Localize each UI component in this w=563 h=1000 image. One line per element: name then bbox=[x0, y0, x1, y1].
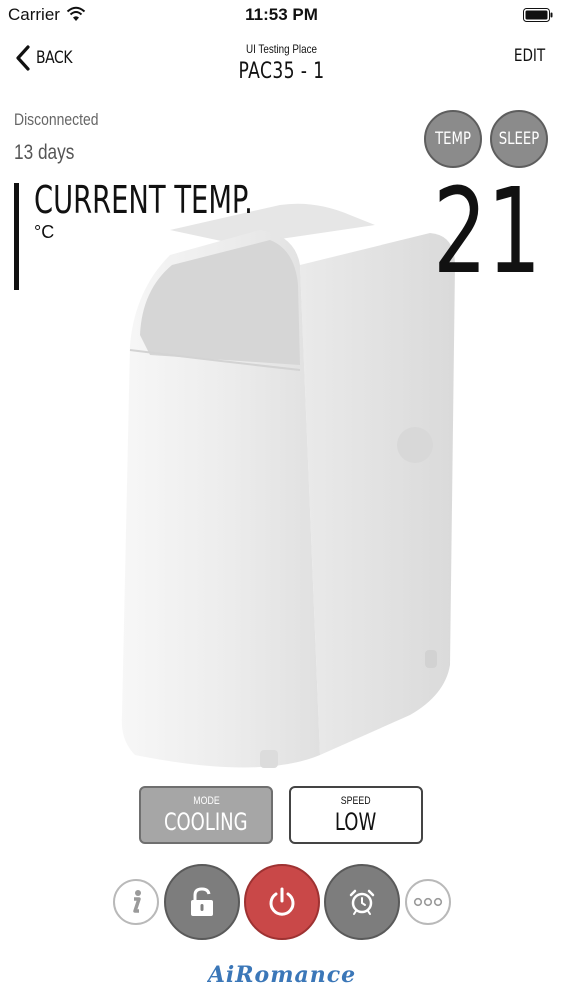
temp-button-label: TEMP bbox=[435, 129, 471, 149]
chevron-left-icon bbox=[16, 45, 30, 71]
page-title: PAC35 - 1 bbox=[238, 59, 325, 84]
alarm-button[interactable] bbox=[324, 864, 400, 940]
status-bar: Carrier 11:53 PM bbox=[0, 0, 563, 30]
power-button[interactable] bbox=[244, 864, 320, 940]
connection-status: Disconnected bbox=[14, 110, 99, 129]
temp-button[interactable]: TEMP bbox=[424, 110, 482, 168]
more-icon bbox=[413, 897, 443, 907]
more-button[interactable] bbox=[405, 879, 451, 925]
connection-duration: 13 days bbox=[14, 141, 75, 164]
speed-value: LOW bbox=[335, 807, 377, 836]
sleep-button-label: SLEEP bbox=[498, 129, 540, 149]
temp-unit: °C bbox=[34, 222, 55, 242]
speed-button[interactable]: SPEED LOW bbox=[289, 786, 423, 844]
info-icon bbox=[133, 890, 141, 913]
air-conditioner-image bbox=[121, 203, 455, 768]
brand-logo: AiRomance bbox=[0, 958, 563, 995]
mode-caption: MODE bbox=[192, 794, 220, 807]
alarm-clock-icon bbox=[349, 889, 375, 915]
info-button[interactable] bbox=[113, 879, 159, 925]
battery-icon bbox=[523, 8, 553, 22]
current-temp-value: 21 bbox=[432, 162, 541, 300]
nav-subtitle: UI Testing Place bbox=[246, 42, 317, 56]
lock-button[interactable] bbox=[164, 864, 240, 940]
speed-caption: SPEED bbox=[341, 794, 371, 807]
svg-text:AiRomance: AiRomance bbox=[207, 962, 356, 988]
temp-accent-bar bbox=[14, 183, 19, 290]
current-temp-heading: CURRENT TEMP. bbox=[34, 178, 253, 222]
status-time: 11:53 PM bbox=[245, 5, 318, 24]
power-icon bbox=[269, 887, 295, 916]
mode-value: COOLING bbox=[164, 807, 248, 836]
sleep-button[interactable]: SLEEP bbox=[490, 110, 548, 168]
airomance-logo: AiRomance bbox=[205, 962, 356, 988]
unlock-icon bbox=[191, 887, 213, 916]
mode-button[interactable]: MODE COOLING bbox=[139, 786, 273, 844]
edit-button[interactable]: EDIT bbox=[514, 46, 545, 66]
